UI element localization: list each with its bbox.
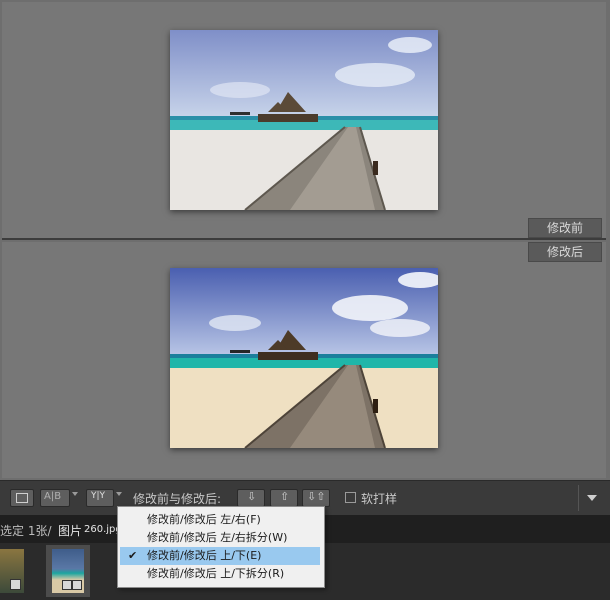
loupe-view-button[interactable] xyxy=(10,489,34,507)
beach-pier-image xyxy=(170,30,438,210)
ab-compare-button[interactable]: A|B xyxy=(40,489,70,507)
beach-pier-image-edited xyxy=(170,268,438,448)
filename-prefix: 图片 xyxy=(58,524,83,538)
copy-before-to-after-button[interactable]: ⇧ xyxy=(270,489,298,507)
softproof-label: 软打样 xyxy=(361,492,398,506)
menu-item-label: 修改前/修改后 左/右(F) xyxy=(147,513,261,526)
before-view-pane: 修改前 xyxy=(2,2,606,240)
yy-label: Y|Y xyxy=(91,491,106,501)
before-label: 修改前 xyxy=(528,218,602,238)
ab-dropdown-caret-icon[interactable] xyxy=(72,492,78,496)
before-photo xyxy=(170,30,438,210)
up-arrow-icon: ⇧ xyxy=(280,490,290,503)
menu-item-label: 修改前/修改后 左/右拆分(W) xyxy=(147,531,288,544)
selection-count: 选定 1张/ xyxy=(0,524,52,538)
down-arrow-icon: ⇩ xyxy=(247,490,257,503)
filmstrip-thumbnail[interactable] xyxy=(0,549,24,593)
filmstrip-thumbnail-selected[interactable] xyxy=(52,549,84,593)
ab-label: A|B xyxy=(44,491,62,502)
swap-arrows-icon: ⇩⇧ xyxy=(307,490,326,503)
menu-item-top-bottom-split[interactable]: 修改前/修改后 上/下拆分(R) xyxy=(120,565,320,583)
after-label: 修改后 xyxy=(528,242,602,262)
toolbar-options-chevron-down-icon[interactable] xyxy=(587,495,597,501)
toolbar-divider xyxy=(578,485,579,511)
before-after-view-button[interactable]: Y|Y xyxy=(86,489,114,507)
filmstrip-selected-cell[interactable] xyxy=(46,545,90,597)
view-mode-dropdown-caret-icon[interactable] xyxy=(116,492,122,496)
after-photo xyxy=(170,268,438,448)
menu-item-label: 修改前/修改后 上/下(E) xyxy=(147,549,262,562)
menu-item-label: 修改前/修改后 上/下拆分(R) xyxy=(147,567,285,580)
menu-item-left-right-split[interactable]: 修改前/修改后 左/右拆分(W) xyxy=(120,529,320,547)
swap-before-after-button[interactable]: ⇩⇧ xyxy=(302,489,330,507)
copy-badge-icon xyxy=(62,580,72,590)
copy-after-to-before-button[interactable]: ⇩ xyxy=(237,489,265,507)
single-view-icon xyxy=(16,493,28,503)
edit-badge-icon xyxy=(10,579,21,590)
before-after-mode-menu: 修改前/修改后 左/右(F) 修改前/修改后 左/右拆分(W) ✔ 修改前/修改… xyxy=(117,506,325,588)
menu-item-left-right[interactable]: 修改前/修改后 左/右(F) xyxy=(120,511,320,529)
menu-item-top-bottom[interactable]: ✔ 修改前/修改后 上/下(E) xyxy=(120,547,320,565)
edit-badge-icon xyxy=(72,580,82,590)
before-after-mode-label: 修改前与修改后: xyxy=(133,492,222,506)
softproof-checkbox[interactable] xyxy=(345,492,356,503)
checkmark-icon: ✔ xyxy=(128,549,138,562)
after-view-pane: 修改后 xyxy=(2,242,606,478)
